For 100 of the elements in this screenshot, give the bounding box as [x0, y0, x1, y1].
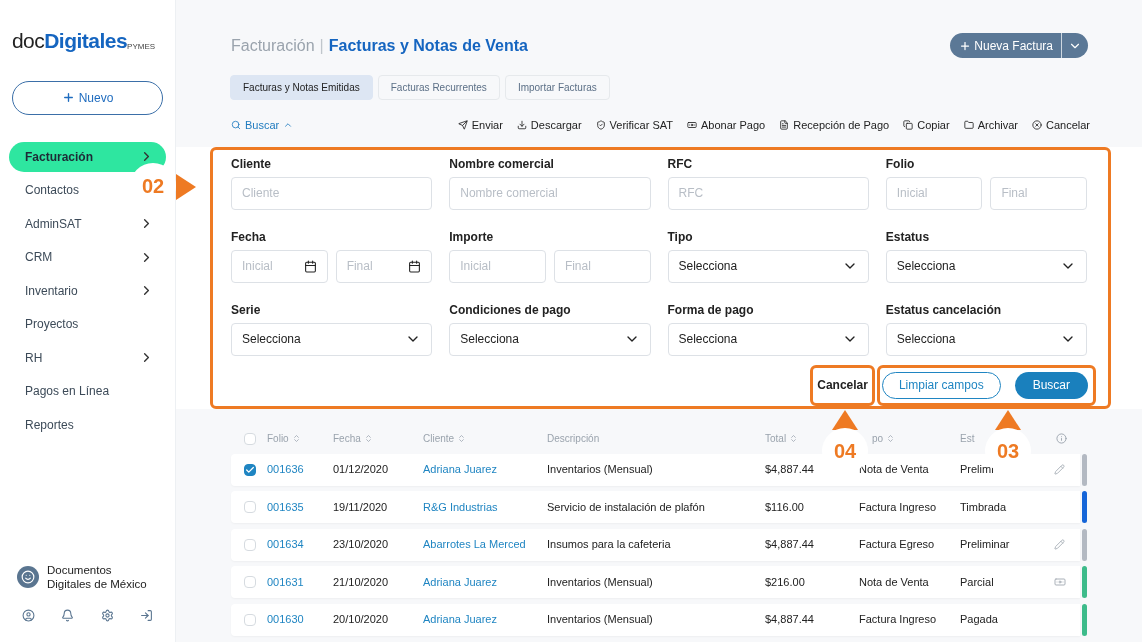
field-label: RFC — [667, 156, 694, 171]
type-cell-text: Factura Ingreso — [859, 612, 938, 628]
document-icon — [779, 120, 790, 131]
toolbar-action[interactable]: Recepción de Pago — [779, 117, 890, 134]
select-field[interactable]: Selecciona — [885, 249, 1087, 283]
table-row[interactable]: 001634 23/10/2020 Abarrotes La Merced Insumos para la cafeteria $4,887.44 Factura Egreso Preliminar — [231, 528, 1080, 561]
text-field[interactable]: Nombre comercial — [449, 176, 651, 210]
date-cell-text: 23/10/2020 — [333, 537, 390, 553]
toolbar-action[interactable]: Enviar — [457, 117, 503, 134]
tab[interactable]: Facturas Recurrentes — [377, 75, 500, 100]
download-icon — [516, 120, 527, 131]
plus-icon — [959, 39, 972, 52]
folio-link[interactable]: 001630 — [267, 611, 333, 628]
sidebar-item[interactable]: Reportes — [9, 409, 86, 440]
sidebar-item[interactable]: Pagos en Línea — [9, 376, 122, 406]
logout-icon[interactable] — [140, 609, 153, 622]
folio-link[interactable]: 001636 — [267, 461, 333, 478]
client-link[interactable]: Adriana Juarez — [423, 461, 547, 478]
sidebar-item[interactable]: RH — [9, 342, 166, 373]
folio-link[interactable]: 001634 — [267, 536, 333, 553]
shield-check-icon — [595, 120, 606, 131]
type-cell-text: Nota de Venta — [859, 462, 930, 478]
checkbox[interactable] — [244, 463, 256, 476]
search-toggle[interactable]: Buscar — [231, 117, 294, 134]
plus-icon — [61, 91, 75, 104]
client-link[interactable]: Adriana Juarez — [423, 573, 547, 591]
select-field[interactable]: Selecciona — [667, 249, 869, 283]
range-field[interactable]: Final — [990, 176, 1087, 210]
settings-icon[interactable] — [100, 609, 114, 622]
toolbar-action[interactable]: Verificar SAT — [595, 117, 673, 134]
description-cell-text: Inventarios (Mensual) — [547, 612, 654, 628]
bell-icon[interactable] — [61, 609, 75, 622]
cancel-button[interactable]: Cancelar — [817, 376, 868, 394]
table-row[interactable]: 001635 19/11/2020 R&G Industrias Servicio de instalación de plafón $116.00 Factura Ingreso Timbrada — [231, 491, 1080, 523]
field-label: Nombre comercial — [449, 156, 555, 171]
date-cell-text: 19/11/2020 — [333, 499, 389, 515]
description-cell-text: Inventarios (Mensual) — [547, 462, 654, 478]
folio-link[interactable]: 001635 — [267, 498, 333, 516]
sidebar-item[interactable]: Contactos — [9, 175, 92, 205]
client-link[interactable]: R&G Industrias — [423, 498, 547, 516]
page-title: Facturas y Notas de Venta — [328, 35, 528, 56]
toolbar-action[interactable]: Archivar — [963, 117, 1018, 134]
select-field[interactable]: Selecciona — [667, 322, 869, 356]
status-cell-text: Parcial — [960, 574, 995, 590]
sidebar-item[interactable]: CRM — [9, 242, 166, 272]
sidebar-item[interactable]: Inventario — [9, 275, 166, 306]
field-label: Tipo — [667, 229, 694, 244]
total-cell-text: $216.00 — [765, 574, 806, 590]
banknote-icon[interactable] — [1054, 576, 1066, 588]
pencil-icon[interactable] — [1054, 539, 1065, 550]
info-icon[interactable] — [1056, 433, 1067, 444]
status-cell-text: Timbrada — [960, 499, 1008, 515]
select-field[interactable]: Selecciona — [885, 322, 1087, 356]
table-row[interactable]: 001631 21/10/2020 Adriana Juarez Inventarios (Mensual) $216.00 Nota de Venta Parcial — [231, 566, 1080, 598]
field-label: Importe — [449, 229, 495, 244]
tab[interactable]: Facturas y Notas Emitidas — [230, 75, 373, 100]
tab[interactable]: Importar Facturas — [504, 75, 610, 100]
field-label: Condiciones de pago — [449, 302, 572, 317]
total-cell-text: $4,887.44 — [765, 612, 815, 628]
logo: docDigitalesPYMES — [10, 28, 157, 54]
title-separator: | — [319, 35, 324, 56]
sidebar-item[interactable]: Proyectos — [9, 309, 91, 339]
search-icon — [231, 120, 241, 131]
table-row[interactable]: 001630 20/10/2020 Adriana Juarez Inventarios (Mensual) $4,887.44 Factura Ingreso Pagada — [231, 603, 1080, 636]
type-cell-text: Factura Egreso — [859, 537, 936, 553]
total-cell-text: $116.00 — [765, 499, 805, 515]
range-field[interactable]: Inicial — [885, 176, 983, 210]
calendar-icon — [408, 259, 422, 273]
date-cell-text: 01/12/2020 — [333, 462, 390, 478]
total-cell-text: $4,887.44 — [765, 537, 815, 553]
toolbar-action[interactable]: Copiar — [903, 117, 950, 134]
search-button[interactable]: Buscar — [1014, 371, 1088, 399]
pencil-icon[interactable] — [1054, 464, 1065, 475]
toolbar-action[interactable]: Descargar — [516, 117, 582, 134]
sidebar-item[interactable]: AdminSAT — [9, 208, 166, 239]
date-cell-text: 20/10/2020 — [333, 612, 390, 628]
client-link[interactable]: Adriana Juarez — [423, 611, 547, 628]
sidebar-item[interactable]: Facturación — [9, 141, 166, 172]
select-field[interactable]: Selecciona — [449, 322, 651, 356]
range-field[interactable]: Final — [553, 249, 651, 283]
text-field[interactable]: RFC — [667, 176, 869, 210]
toolbar-action[interactable]: Cancelar — [1031, 117, 1090, 134]
select-field[interactable]: Selecciona — [231, 322, 433, 356]
user-icon[interactable] — [22, 609, 35, 622]
total-cell-text: $4,887.44 — [765, 462, 815, 478]
section-title: Facturación — [231, 35, 315, 56]
copy-icon — [903, 120, 914, 131]
toolbar-action[interactable]: Abonar Pago — [687, 117, 766, 134]
status-cell-text: Pagada — [960, 612, 999, 628]
status-cell-text: Prelimi — [960, 462, 995, 478]
calendar-icon — [303, 259, 317, 273]
type-cell-text: Nota de Venta — [859, 574, 930, 590]
text-field[interactable]: Cliente — [231, 176, 433, 210]
folio-link[interactable]: 001631 — [267, 573, 333, 591]
banknote-icon — [687, 120, 697, 131]
range-field[interactable]: Inicial — [449, 249, 546, 283]
send-icon — [457, 120, 468, 131]
status-cell-text: Preliminar — [960, 537, 1011, 553]
client-link[interactable]: Abarrotes La Merced — [423, 536, 547, 553]
field-label: Folio — [885, 156, 916, 171]
